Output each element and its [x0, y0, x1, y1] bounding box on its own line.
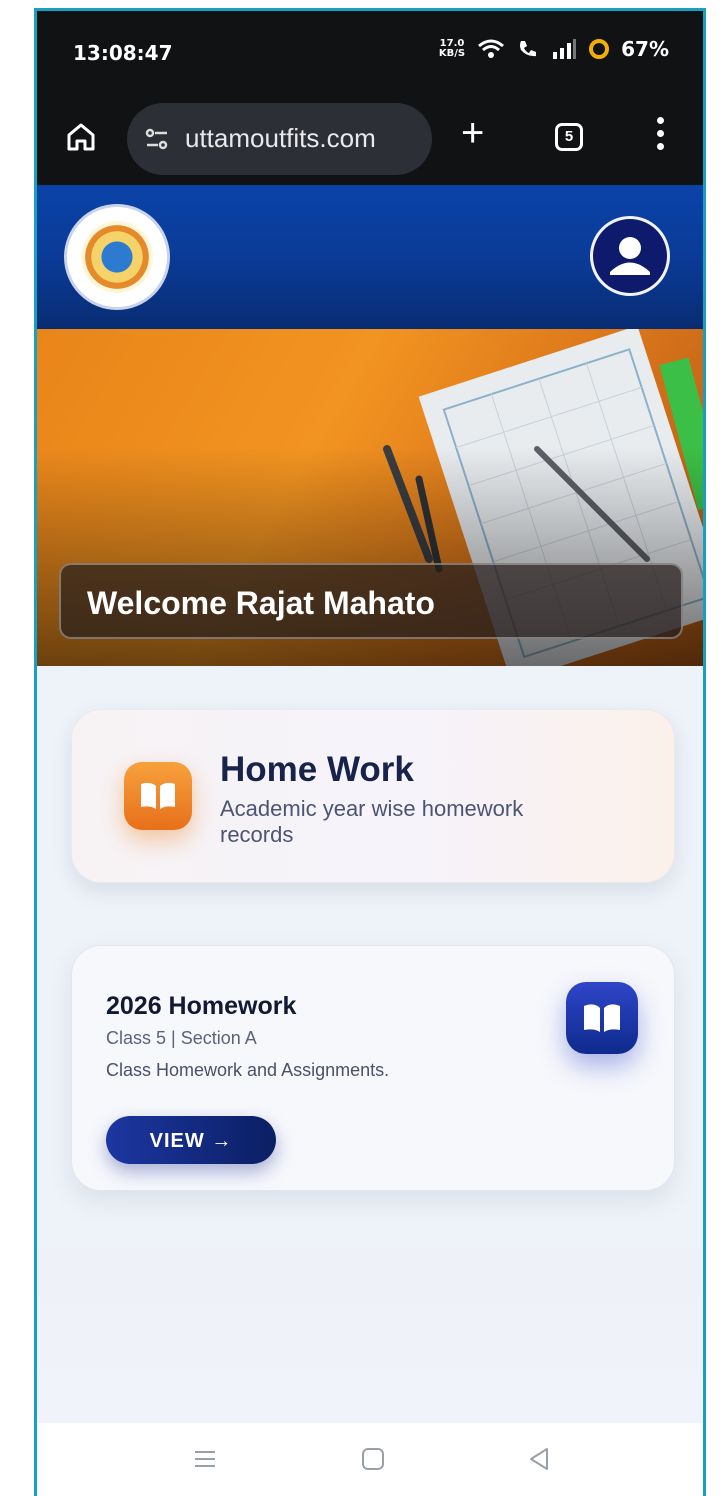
welcome-banner: Welcome Rajat Mahato [59, 563, 683, 639]
section-subtitle: Academic year wise homework records [220, 796, 524, 847]
home-icon[interactable] [61, 117, 101, 157]
app-header [37, 185, 703, 329]
battery-percent: 67% [621, 37, 669, 61]
homework-item-card: 2026 Homework Class 5 | Section A Class … [71, 945, 675, 1191]
system-nav-bar [37, 1423, 703, 1496]
address-bar[interactable]: uttamoutfits.com [127, 103, 432, 175]
welcome-text: Welcome Rajat Mahato [87, 585, 435, 621]
new-tab-icon[interactable]: + [461, 113, 484, 153]
status-bar: 13:08:47 17.0 KB/S 67% [37, 11, 703, 95]
hero-banner: Welcome Rajat Mahato [37, 329, 703, 666]
profile-button[interactable] [593, 219, 667, 293]
battery-icon [589, 39, 610, 59]
book-icon [124, 762, 192, 830]
signal-icon [553, 39, 577, 59]
view-button[interactable]: VIEW → [106, 1116, 276, 1164]
status-icons: 17.0 KB/S 67% [439, 37, 669, 61]
site-settings-icon[interactable] [143, 125, 171, 153]
homework-item-meta: Class 5 | Section A [106, 1028, 257, 1048]
recent-apps-icon[interactable] [189, 1443, 221, 1475]
wifi-calling-icon [520, 41, 537, 57]
tabs-icon[interactable]: 5 [555, 123, 583, 151]
home-button-icon[interactable] [357, 1443, 389, 1475]
network-speed-unit: KB/S [438, 48, 466, 59]
url-text: uttamoutfits.com [185, 123, 376, 153]
homework-item-title: 2026 Homework [106, 992, 297, 1020]
wifi-icon [478, 39, 505, 58]
more-vert-icon[interactable] [655, 117, 665, 161]
tab-count: 5 [564, 128, 574, 145]
book-icon [566, 982, 638, 1054]
school-logo[interactable] [67, 207, 167, 307]
network-speed: 17.0 KB/S [439, 39, 465, 59]
phone-frame: 13:08:47 17.0 KB/S 67% uttamoutfits.com … [34, 8, 706, 1496]
status-time: 13:08:47 [73, 41, 173, 65]
user-icon [610, 237, 650, 275]
section-title: Home Work [220, 750, 414, 789]
browser-toolbar: uttamoutfits.com + 5 [37, 95, 703, 185]
homework-item-description: Class Homework and Assignments. [106, 1060, 390, 1080]
homework-section-card[interactable]: Home Work Academic year wise homework re… [71, 709, 675, 883]
back-icon[interactable] [523, 1443, 555, 1475]
logo-emblem [81, 221, 153, 293]
page-background-lower [37, 1249, 703, 1425]
